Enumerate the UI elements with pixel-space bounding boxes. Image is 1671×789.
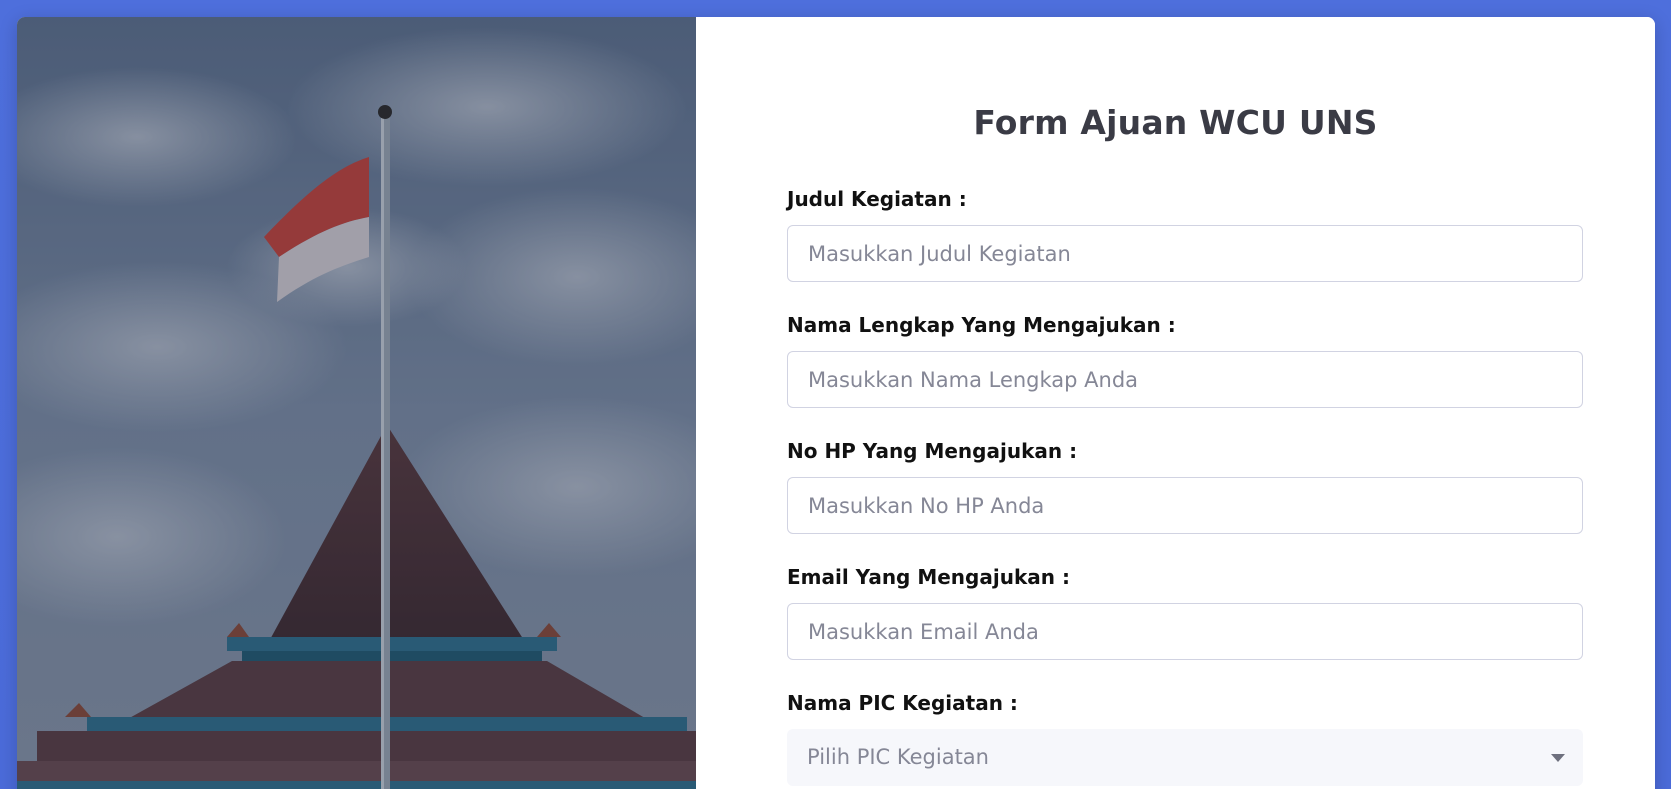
nama-lengkap-field: Nama Lengkap Yang Mengajukan : xyxy=(787,313,1583,408)
email-label: Email Yang Mengajukan : xyxy=(787,565,1070,589)
judul-kegiatan-field: Judul Kegiatan : xyxy=(787,187,1583,282)
caret-down-icon xyxy=(1551,754,1565,762)
nama-lengkap-input[interactable] xyxy=(787,351,1583,408)
pic-kegiatan-selected: Pilih PIC Kegiatan xyxy=(807,745,989,769)
nama-lengkap-label: Nama Lengkap Yang Mengajukan : xyxy=(787,313,1176,337)
pic-kegiatan-select[interactable]: Pilih PIC Kegiatan xyxy=(787,729,1583,786)
email-input[interactable] xyxy=(787,603,1583,660)
pic-kegiatan-field: Nama PIC Kegiatan : Pilih PIC Kegiatan xyxy=(787,691,1583,786)
building-with-flag-photo xyxy=(17,17,696,789)
judul-kegiatan-input[interactable] xyxy=(787,225,1583,282)
email-field: Email Yang Mengajukan : xyxy=(787,565,1583,660)
no-hp-field: No HP Yang Mengajukan : xyxy=(787,439,1583,534)
page-background: Form Ajuan WCU UNS Judul Kegiatan : Nama… xyxy=(0,0,1671,789)
judul-kegiatan-label: Judul Kegiatan : xyxy=(787,187,967,211)
pic-kegiatan-label: Nama PIC Kegiatan : xyxy=(787,691,1018,715)
form-title: Form Ajuan WCU UNS xyxy=(973,103,1378,142)
campus-photo xyxy=(17,17,696,789)
form-card: Form Ajuan WCU UNS Judul Kegiatan : Nama… xyxy=(17,17,1655,789)
no-hp-label: No HP Yang Mengajukan : xyxy=(787,439,1078,463)
no-hp-input[interactable] xyxy=(787,477,1583,534)
form-panel: Form Ajuan WCU UNS Judul Kegiatan : Nama… xyxy=(696,17,1655,789)
